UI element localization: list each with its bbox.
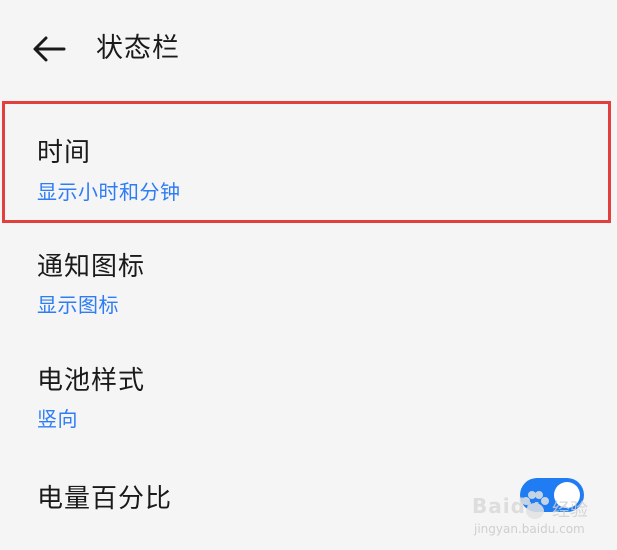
battery-percentage-toggle[interactable] — [520, 478, 584, 512]
setting-title: 时间 — [37, 138, 92, 168]
setting-item-battery-style[interactable]: 电池样式 竖向 — [0, 342, 617, 454]
header: 状态栏 — [0, 0, 617, 98]
arrow-left-icon — [33, 36, 66, 62]
setting-item-time[interactable]: 时间 显示小时和分钟 — [0, 104, 617, 220]
setting-item-notification-icons[interactable]: 通知图标 显示图标 — [0, 228, 617, 340]
setting-subtitle: 显示小时和分钟 — [37, 180, 181, 204]
setting-title: 电池样式 — [37, 366, 146, 396]
setting-subtitle: 显示图标 — [37, 293, 119, 317]
back-button[interactable] — [26, 30, 70, 68]
toggle-knob — [554, 482, 580, 508]
setting-title: 通知图标 — [37, 252, 146, 282]
setting-title: 电量百分比 — [37, 484, 173, 514]
status-bar-settings-screen: 状态栏 时间 显示小时和分钟 通知图标 显示图标 电池样式 竖向 电量百分比 B… — [0, 0, 617, 550]
setting-subtitle: 竖向 — [37, 407, 78, 431]
page-title: 状态栏 — [96, 33, 180, 64]
